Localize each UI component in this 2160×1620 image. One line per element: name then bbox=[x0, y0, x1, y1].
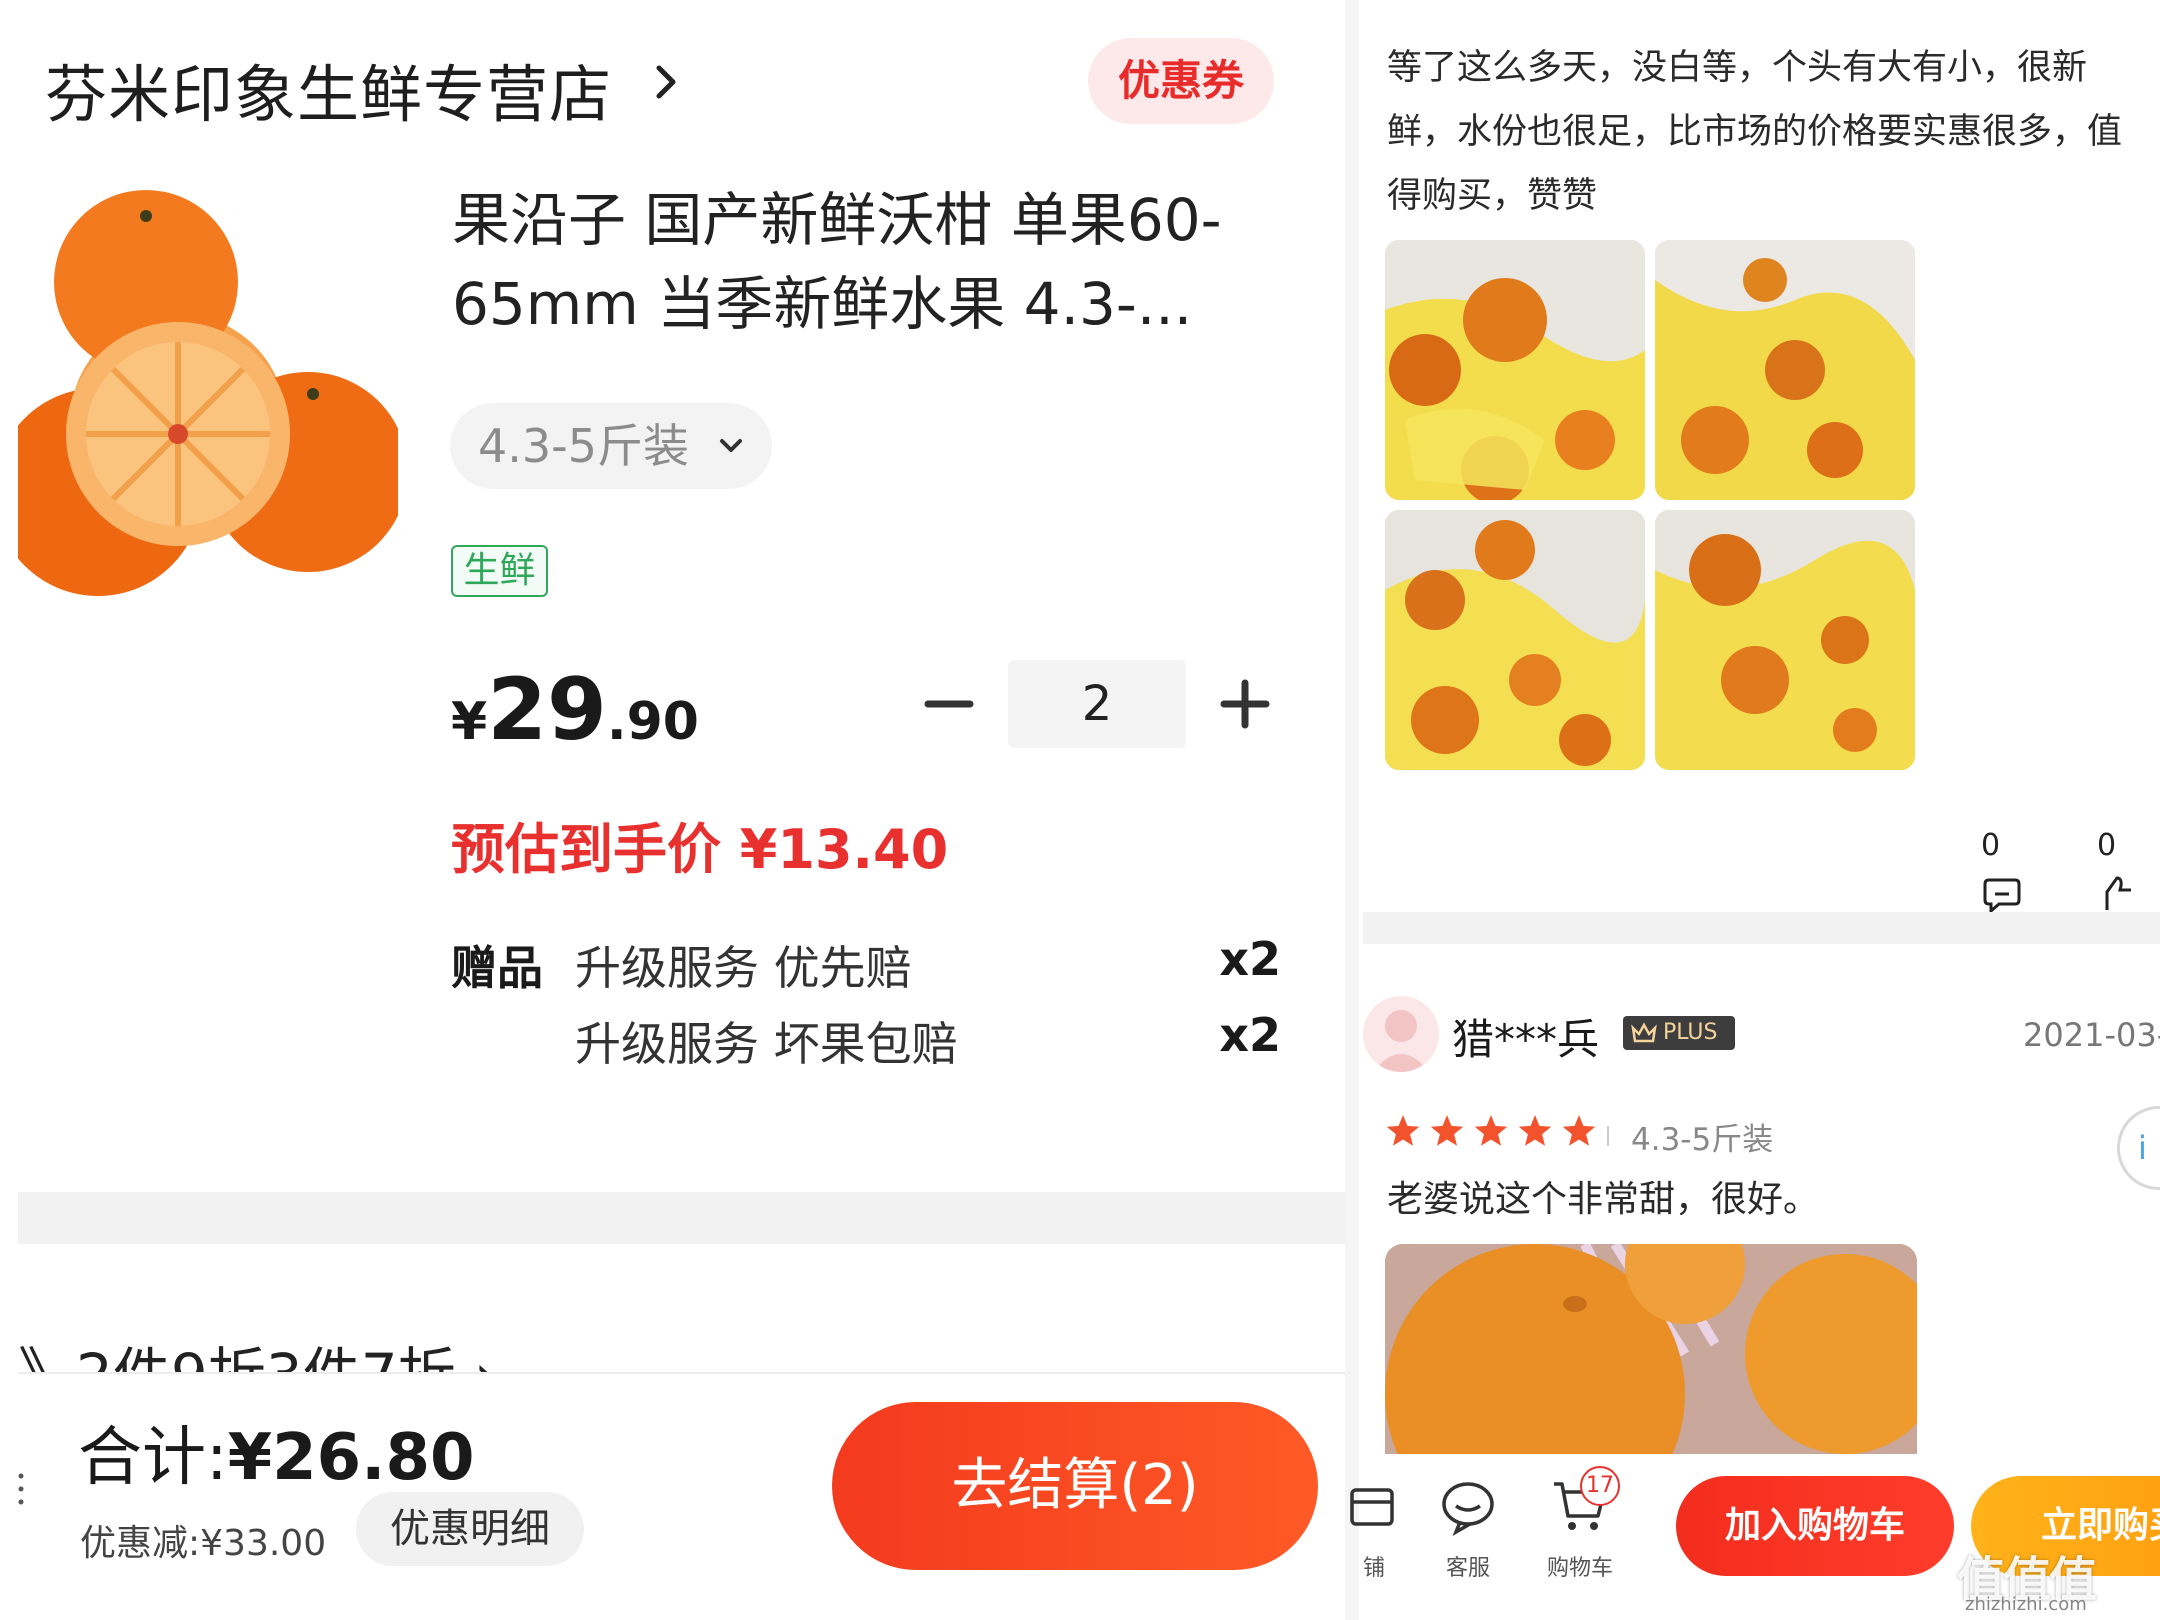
price-symbol: ¥ bbox=[451, 692, 488, 752]
review-date: 2021-03- bbox=[2023, 1016, 2160, 1054]
divider bbox=[1607, 1126, 1609, 1146]
crown-icon bbox=[1631, 1022, 1657, 1043]
quantity-input[interactable]: 2 bbox=[1008, 660, 1186, 748]
comment-count: 0 bbox=[1981, 828, 2001, 863]
review-photo[interactable] bbox=[1385, 510, 1645, 770]
star-icon bbox=[1518, 1115, 1552, 1146]
section-divider bbox=[18, 1192, 1345, 1244]
gift-name[interactable]: 升级服务 优先赔 bbox=[575, 932, 912, 998]
add-to-cart-button[interactable]: 加入购物车 bbox=[1676, 1476, 1954, 1576]
review-text: 等了这么多天，没白等，个头有大有小，很新 鲜，水份也很足，比市场的价格要实惠很多… bbox=[1387, 48, 2123, 216]
comment-action[interactable]: 0 bbox=[1981, 822, 2023, 914]
reviewer-name: 猎***兵 bbox=[1452, 1015, 1600, 1064]
nav-service[interactable]: 客服 bbox=[1423, 1476, 1513, 1582]
price-decimal: .90 bbox=[606, 692, 699, 752]
chevron-right-icon[interactable] bbox=[653, 56, 681, 108]
star-icon bbox=[1562, 1115, 1596, 1146]
review-photo[interactable] bbox=[1655, 510, 1915, 770]
float-button[interactable]: i bbox=[2117, 1106, 2160, 1190]
spec-label: 4.3-5斤装 bbox=[478, 419, 690, 473]
total-label: 合计: bbox=[78, 1421, 228, 1495]
unit-price: ¥29.90 bbox=[451, 660, 699, 760]
watermark-url: zhizhizhi.com bbox=[1965, 1594, 2087, 1615]
gift-row: 升级服务 坏果包赔 x2 bbox=[451, 1008, 1281, 1088]
discount-detail-button[interactable]: 优惠明细 bbox=[356, 1492, 584, 1566]
checkout-button[interactable]: 去结算(2) bbox=[832, 1402, 1318, 1570]
like-action[interactable]: 0 bbox=[2097, 822, 2139, 910]
product-title[interactable]: 果沿子 国产新鲜沃柑 单果60-65mm 当季新鲜水果 4.3-... bbox=[452, 178, 1282, 346]
review-text: 老婆说这个非常甜，很好。 bbox=[1387, 1179, 1820, 1220]
star-icon bbox=[1430, 1115, 1464, 1146]
panel-gap bbox=[1345, 0, 1359, 1620]
coupon-button[interactable]: 优惠券 bbox=[1088, 38, 1274, 124]
star-icon bbox=[1386, 1115, 1420, 1146]
store-icon bbox=[1345, 1476, 1404, 1536]
cart-icon: 17 bbox=[1550, 1466, 1620, 1536]
discount-text: 优惠减:¥33.00 bbox=[80, 1523, 327, 1564]
estimated-price: 预估到手价 ¥13.40 bbox=[451, 818, 949, 881]
chat-icon bbox=[1438, 1476, 1498, 1537]
fresh-tag: 生鲜 bbox=[451, 545, 548, 597]
chevron-down-icon bbox=[720, 439, 742, 452]
section-divider bbox=[1363, 912, 2160, 944]
plus-label: PLUS bbox=[1663, 1020, 1718, 1045]
checkout-bar: 合计:¥26.80 优惠减:¥33.00 优惠明细 去结算(2) bbox=[18, 1372, 1345, 1620]
spec-selector[interactable]: 4.3-5斤装 bbox=[450, 403, 772, 489]
review-spec: 4.3-5斤装 bbox=[1631, 1122, 1774, 1158]
avatar[interactable] bbox=[1363, 996, 1439, 1072]
more-icon[interactable] bbox=[18, 1472, 24, 1506]
star-icon bbox=[1474, 1115, 1508, 1146]
reviews-panel: 等了这么多天，没白等，个头有大有小，很新 鲜，水份也很足，比市场的价格要实惠很多… bbox=[1345, 0, 2160, 1620]
quantity-stepper: 2 bbox=[918, 660, 1278, 748]
review-photo[interactable] bbox=[1385, 240, 1645, 500]
review-photo[interactable] bbox=[1655, 240, 1915, 500]
info-icon: i bbox=[2138, 1129, 2147, 1167]
gift-name[interactable]: 升级服务 坏果包赔 bbox=[575, 1008, 958, 1074]
nav-store[interactable]: 铺 bbox=[1345, 1476, 1419, 1582]
shop-name[interactable]: 芬米印象生鲜专营店 bbox=[45, 44, 612, 134]
gift-row: 赠品 升级服务 优先赔 x2 bbox=[451, 932, 1281, 1012]
minus-icon[interactable] bbox=[918, 660, 980, 748]
nav-cart[interactable]: 17 购物车 bbox=[1535, 1466, 1625, 1582]
cart-panel: 芬米印象生鲜专营店 优惠券 果沿子 国产新鲜沃柑 单果60-65mm 当季新鲜水… bbox=[0, 0, 1345, 1620]
gift-label: 赠品 bbox=[451, 941, 543, 995]
plus-icon[interactable] bbox=[1214, 660, 1276, 748]
total-value: ¥26.80 bbox=[227, 1421, 475, 1495]
shop-header: 芬米印象生鲜专营店 优惠券 bbox=[45, 38, 1275, 131]
watermark: 值值值 zhizhizhi.com bbox=[1957, 1540, 2157, 1620]
thumbs-up-icon bbox=[2105, 875, 2131, 910]
star-rating bbox=[1386, 1115, 1596, 1146]
nav-store-label: 铺 bbox=[1362, 1556, 1385, 1581]
cart-badge: 17 bbox=[1580, 1466, 1620, 1506]
nav-service-label: 客服 bbox=[1445, 1556, 1490, 1581]
gift-qty: x2 bbox=[1219, 1008, 1281, 1062]
like-count: 0 bbox=[2097, 828, 2117, 863]
nav-cart-label: 购物车 bbox=[1546, 1556, 1613, 1581]
plus-badge: PLUS bbox=[1623, 1016, 1735, 1050]
total-amount: 合计:¥26.80 bbox=[78, 1406, 475, 1498]
comment-icon bbox=[1983, 878, 2021, 914]
product-image[interactable] bbox=[18, 172, 398, 618]
price-integer: 29 bbox=[487, 660, 607, 760]
review-photo[interactable] bbox=[1385, 1244, 1917, 1454]
review-photo-grid bbox=[1385, 240, 1915, 770]
gift-qty: x2 bbox=[1219, 932, 1281, 986]
